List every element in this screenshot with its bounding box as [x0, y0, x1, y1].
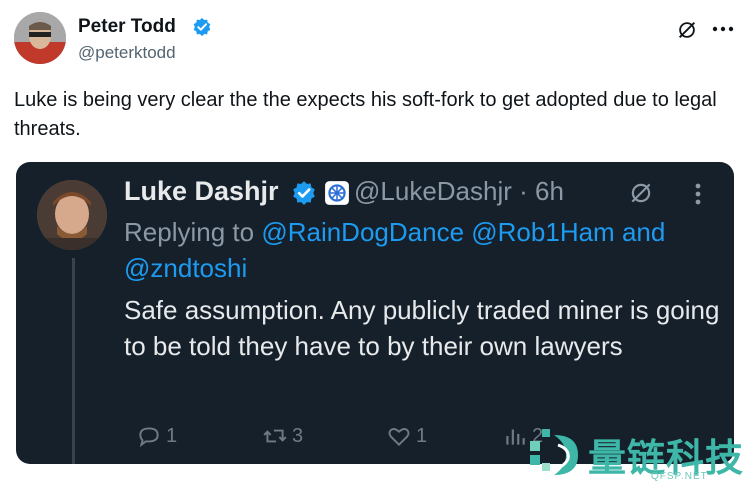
like-count: 1: [416, 424, 428, 447]
thread-line: [72, 258, 75, 464]
author-avatar[interactable]: [14, 12, 66, 64]
replying-to-label: Replying to: [124, 217, 255, 247]
reply-icon: [139, 427, 159, 448]
verified-badge-icon: [293, 181, 315, 205]
mention-link[interactable]: @Rob1Ham: [471, 217, 614, 247]
replying-to-line: Replying to @RainDogDance @Rob1Ham and @…: [124, 214, 714, 286]
mention-link[interactable]: @RainDogDance: [261, 217, 464, 247]
quoted-text: Safe assumption. Any publicly traded min…: [124, 295, 720, 361]
watermark-subtitle: QFSP.NET: [651, 471, 708, 482]
quoted-author-avatar[interactable]: [37, 180, 107, 250]
reply-button[interactable]: 1: [136, 420, 177, 452]
views-icon: [506, 429, 525, 445]
quoted-author-name[interactable]: Luke Dashjr: [124, 176, 279, 207]
mention-link[interactable]: @zndtoshi: [124, 253, 247, 283]
mention-and: and: [621, 217, 666, 247]
verified-badge-icon: [193, 17, 211, 37]
like-icon: [388, 428, 410, 447]
affiliate-icon[interactable]: [324, 180, 350, 206]
post-header: Peter Todd @peterktodd: [14, 12, 736, 68]
quoted-post[interactable]: Luke Dashjr @LukeDashjr · 6h Replying to…: [16, 162, 734, 464]
more-icon[interactable]: [710, 18, 736, 40]
like-button[interactable]: 1: [386, 420, 427, 452]
grok-icon[interactable]: [628, 180, 654, 206]
quoted-handle-time[interactable]: @LukeDashjr · 6h: [354, 176, 564, 207]
more-icon[interactable]: [688, 180, 708, 208]
repost-count: 3: [292, 424, 304, 447]
author-handle[interactable]: @peterktodd: [78, 43, 176, 63]
watermark-logo-icon: [530, 429, 578, 475]
repost-icon: [263, 429, 287, 443]
watermark: 量链科技 QFSP.NET: [528, 425, 750, 487]
reply-count: 1: [166, 424, 178, 447]
post-text: Luke is being very clear the the expects…: [14, 89, 717, 140]
repost-button[interactable]: 3: [262, 420, 303, 452]
author-name[interactable]: Peter Todd: [78, 16, 176, 38]
grok-icon[interactable]: [676, 19, 698, 41]
